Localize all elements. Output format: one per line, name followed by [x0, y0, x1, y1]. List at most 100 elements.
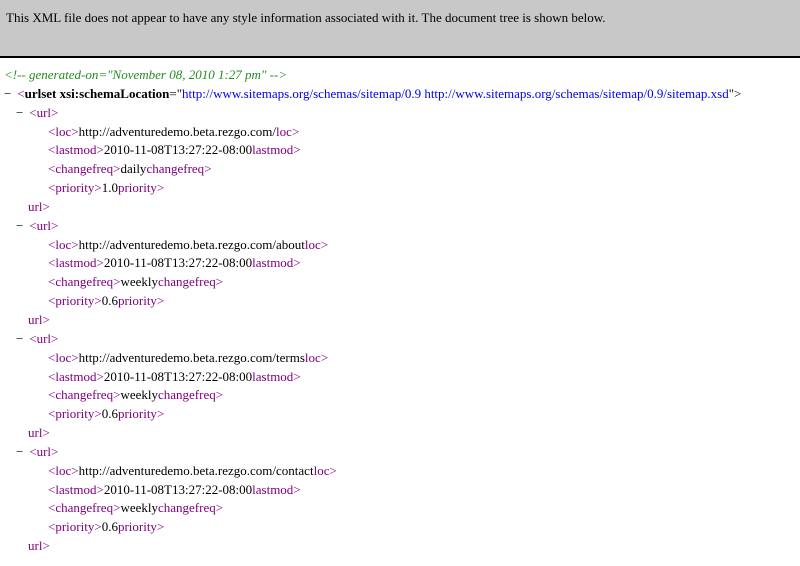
- url-close-tag: url: [28, 425, 42, 440]
- changefreq-close-tag: changefreq: [146, 161, 204, 176]
- angle-close: >: [97, 142, 104, 157]
- angle-close: >: [94, 180, 101, 195]
- toggle-icon[interactable]: −: [16, 217, 26, 236]
- priority-value: 0.6: [102, 519, 118, 534]
- url-close-tag: url: [28, 312, 42, 327]
- changefreq-line: <changefreq>weeklychangefreq>: [4, 273, 800, 292]
- toggle-icon[interactable]: −: [16, 104, 26, 123]
- xml-no-style-banner: This XML file does not appear to have an…: [0, 0, 800, 58]
- priority-line: <priority>0.6priority>: [4, 292, 800, 311]
- xml-tree: <!-- generated-on="November 08, 2010 1:2…: [0, 58, 800, 566]
- loc-close-tag: loc: [305, 350, 321, 365]
- lastmod-line: <lastmod>2010-11-08T13:27:22-08:00lastmo…: [4, 368, 800, 387]
- url-close-line: url>: [4, 311, 800, 330]
- angle-close: >: [293, 482, 300, 497]
- xml-comment-line: <!-- generated-on="November 08, 2010 1:2…: [4, 66, 800, 85]
- url-tag: url: [37, 444, 51, 459]
- priority-value: 1.0: [102, 180, 118, 195]
- priority-tag: priority: [55, 180, 94, 195]
- entries-container: − <url><loc>http://adventuredemo.beta.re…: [4, 104, 800, 556]
- url-tag: url: [37, 331, 51, 346]
- changefreq-tag: changefreq: [55, 274, 113, 289]
- changefreq-line: <changefreq>weeklychangefreq>: [4, 386, 800, 405]
- angle-close: >: [157, 293, 164, 308]
- url-close-tag: url: [28, 199, 42, 214]
- angle-open-slash: url>: [28, 425, 50, 440]
- angle-close: >: [216, 387, 223, 402]
- close-quote: ">: [729, 86, 742, 101]
- angle-open: <: [29, 105, 36, 120]
- toggle-icon[interactable]: −: [4, 85, 14, 104]
- changefreq-tag: changefreq: [55, 500, 113, 515]
- angle-open-slash: lastmod>: [252, 482, 301, 497]
- angle-close: >: [216, 500, 223, 515]
- lastmod-line: <lastmod>2010-11-08T13:27:22-08:00lastmo…: [4, 481, 800, 500]
- angle-open-slash: changefreq>: [158, 274, 223, 289]
- loc-close-tag: loc: [305, 237, 321, 252]
- priority-close-tag: priority: [118, 293, 157, 308]
- loc-line: <loc>http://adventuredemo.beta.rezgo.com…: [4, 236, 800, 255]
- angle-close: >: [97, 255, 104, 270]
- angle-close: >: [42, 425, 49, 440]
- urlset-open-line: − <urlset xsi:schemaLocation="http://www…: [4, 85, 800, 104]
- angle-close: >: [157, 406, 164, 421]
- angle-close: >: [293, 255, 300, 270]
- url-open-line: − <url>: [4, 104, 800, 123]
- xml-comment: <!-- generated-on="November 08, 2010 1:2…: [4, 67, 287, 82]
- priority-line: <priority>0.6priority>: [4, 518, 800, 537]
- angle-close: >: [321, 237, 328, 252]
- url-close-line: url>: [4, 198, 800, 217]
- angle-close: >: [42, 199, 49, 214]
- angle-close: >: [292, 124, 299, 139]
- angle-open-slash: lastmod>: [252, 369, 301, 384]
- priority-close-tag: priority: [118, 406, 157, 421]
- angle-open: <: [29, 331, 36, 346]
- changefreq-value: weekly: [120, 274, 158, 289]
- priority-value: 0.6: [102, 406, 118, 421]
- angle-close: >: [94, 519, 101, 534]
- angle-open-slash: url>: [28, 312, 50, 327]
- angle-open-slash: lastmod>: [252, 255, 301, 270]
- priority-tag: priority: [55, 519, 94, 534]
- loc-line: <loc>http://adventuredemo.beta.rezgo.com…: [4, 462, 800, 481]
- lastmod-tag: lastmod: [55, 369, 96, 384]
- lastmod-value: 2010-11-08T13:27:22-08:00: [104, 142, 252, 157]
- toggle-icon[interactable]: −: [16, 330, 26, 349]
- lastmod-close-tag: lastmod: [252, 369, 293, 384]
- lastmod-close-tag: lastmod: [252, 142, 293, 157]
- angle-open-slash: url>: [28, 199, 50, 214]
- changefreq-close-tag: changefreq: [158, 387, 216, 402]
- lastmod-tag: lastmod: [55, 255, 96, 270]
- angle-open-slash: loc>: [314, 463, 337, 478]
- lastmod-value: 2010-11-08T13:27:22-08:00: [104, 482, 252, 497]
- lastmod-tag: lastmod: [55, 142, 96, 157]
- angle-open: <: [29, 218, 36, 233]
- angle-close: >: [97, 482, 104, 497]
- angle-open-slash: changefreq>: [158, 500, 223, 515]
- angle-open-slash: priority>: [118, 519, 164, 534]
- angle-open: <: [29, 444, 36, 459]
- angle-close: >: [329, 463, 336, 478]
- loc-line: <loc>http://adventuredemo.beta.rezgo.com…: [4, 123, 800, 142]
- angle-close: >: [293, 369, 300, 384]
- changefreq-close-tag: changefreq: [158, 500, 216, 515]
- angle-open: <: [17, 86, 24, 101]
- angle-open-slash: url>: [28, 538, 50, 553]
- loc-tag: loc: [55, 463, 71, 478]
- angle-close: >: [71, 350, 78, 365]
- angle-close: >: [97, 369, 104, 384]
- toggle-icon[interactable]: −: [16, 443, 26, 462]
- loc-tag: loc: [55, 124, 71, 139]
- angle-close: >: [71, 237, 78, 252]
- angle-close: >: [216, 274, 223, 289]
- lastmod-value: 2010-11-08T13:27:22-08:00: [104, 255, 252, 270]
- priority-value: 0.6: [102, 293, 118, 308]
- url-close-line: url>: [4, 424, 800, 443]
- eq: =": [169, 86, 182, 101]
- angle-open-slash: loc>: [305, 350, 328, 365]
- lastmod-line: <lastmod>2010-11-08T13:27:22-08:00lastmo…: [4, 141, 800, 160]
- changefreq-tag: changefreq: [55, 161, 113, 176]
- loc-value: http://adventuredemo.beta.rezgo.com/cont…: [79, 463, 314, 478]
- angle-close: >: [71, 463, 78, 478]
- banner-text: This XML file does not appear to have an…: [6, 10, 606, 25]
